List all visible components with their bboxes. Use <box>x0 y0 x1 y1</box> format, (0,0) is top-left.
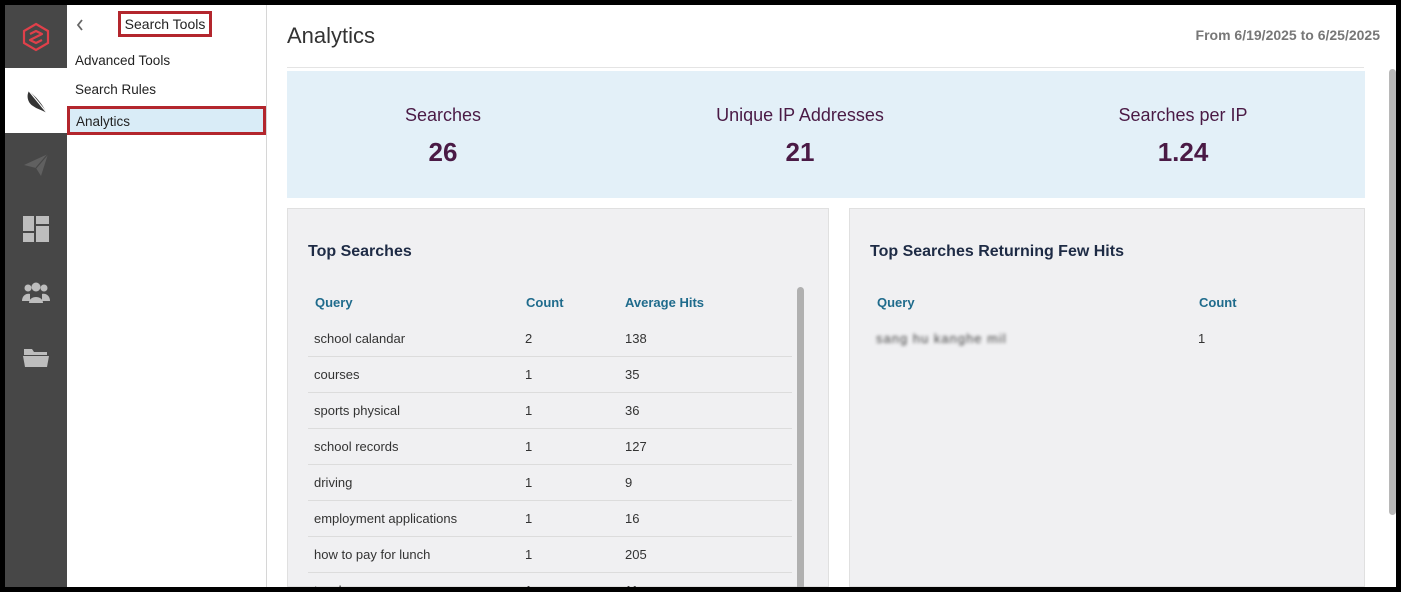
cell-query: courses <box>314 367 360 382</box>
column-header-count[interactable]: Count <box>1199 295 1237 310</box>
cell-average-hits: 16 <box>625 511 640 526</box>
table-row: sports physical 1 36 <box>308 393 792 429</box>
divider <box>287 67 1364 68</box>
stat-label: Searches <box>404 105 482 125</box>
logo-icon <box>22 22 50 52</box>
date-range[interactable]: From 6/19/2025 to 6/25/2025 <box>1196 27 1380 43</box>
page-scrollbar[interactable] <box>1389 69 1396 515</box>
main-content: Analytics From 6/19/2025 to 6/25/2025 Se… <box>267 5 1396 587</box>
subnav-link-search-rules[interactable]: Search Rules <box>75 82 156 97</box>
cell-query-redacted: sang hu kanghe mil <box>876 331 1007 346</box>
folder-icon <box>23 349 49 367</box>
table-row: how to pay for lunch 1 205 <box>308 537 792 573</box>
stat-unique-ips: Unique IP Addresses 21 <box>649 71 951 198</box>
table-row: sang hu kanghe mil 1 <box>870 321 1340 357</box>
cell-average-hits: 205 <box>625 547 647 562</box>
cell-count: 2 <box>525 331 533 346</box>
rail-item-users[interactable] <box>5 261 67 325</box>
paper-plane-icon <box>24 153 49 176</box>
cell-average-hits: 138 <box>625 331 647 346</box>
subnav-title: Search Tools <box>118 11 212 37</box>
cell-count: 1 <box>525 583 532 587</box>
subnav-link-analytics[interactable]: Analytics <box>67 106 266 135</box>
subnav-link-label: Analytics <box>76 114 131 129</box>
cell-average-hits: 36 <box>625 403 640 418</box>
rail-item-search[interactable] <box>5 68 67 133</box>
table-row: courses 1 35 <box>308 357 792 393</box>
stat-value: 1.24 <box>1157 137 1209 167</box>
table-row: employment applications 1 16 <box>308 501 792 537</box>
table-row: teacher 1 11 <box>308 573 792 587</box>
stat-label: Unique IP Addresses <box>716 105 884 125</box>
cell-count: 1 <box>525 439 533 454</box>
cell-count: 1 <box>525 475 533 490</box>
icon-rail <box>5 5 67 587</box>
dashboard-icon <box>23 216 49 242</box>
secondary-nav: Search Tools Advanced Tools Search Rules… <box>67 5 267 587</box>
cell-query: employment applications <box>314 511 458 526</box>
card-title: Top Searches Returning Few Hits <box>870 243 1124 260</box>
subnav-link-advanced-tools[interactable]: Advanced Tools <box>75 53 170 68</box>
feather-icon <box>27 90 48 113</box>
rail-item-publish[interactable] <box>5 133 67 197</box>
cell-average-hits: 35 <box>625 367 640 382</box>
table-row: school records 1 127 <box>308 429 792 465</box>
cell-count: 1 <box>525 367 533 382</box>
cell-average-hits: 9 <box>625 475 633 490</box>
cell-average-hits: 11 <box>625 583 639 587</box>
top-searches-card: Top Searches Query Count Average Hits sc… <box>287 208 829 587</box>
few-hits-card: Top Searches Returning Few Hits Query Co… <box>849 208 1365 587</box>
column-header-count[interactable]: Count <box>526 295 564 310</box>
table-row: school calandar 2 138 <box>308 321 792 357</box>
cell-count: 1 <box>525 511 533 526</box>
app-window: Search Tools Advanced Tools Search Rules… <box>5 5 1396 587</box>
users-icon <box>22 282 50 303</box>
cell-query: driving <box>314 475 353 490</box>
stat-searches-per-ip: Searches per IP 1.24 <box>1033 71 1333 198</box>
cell-count: 1 <box>525 547 533 562</box>
cell-query: sports physical <box>314 403 400 418</box>
stat-value: 21 <box>785 137 815 167</box>
cell-query: teacher <box>314 583 357 587</box>
cell-query: school calandar <box>314 331 406 346</box>
rail-item-dashboard[interactable] <box>5 197 67 261</box>
cell-query: how to pay for lunch <box>314 547 431 562</box>
card-title: Top Searches <box>308 243 412 260</box>
subnav-header: Search Tools <box>67 5 267 45</box>
column-header-query[interactable]: Query <box>877 295 915 310</box>
stat-value: 26 <box>428 137 458 167</box>
cell-count: 1 <box>525 403 533 418</box>
stat-searches: Searches 26 <box>287 71 599 198</box>
chevron-left-icon[interactable] <box>75 18 85 32</box>
cell-query: school records <box>314 439 399 454</box>
column-header-average-hits[interactable]: Average Hits <box>625 295 704 310</box>
column-header-query[interactable]: Query <box>315 295 353 310</box>
rail-item-files[interactable] <box>5 325 67 389</box>
page-title: Analytics <box>287 23 376 48</box>
cell-average-hits: 127 <box>625 439 647 454</box>
table-scrollbar[interactable] <box>797 287 804 587</box>
cell-count: 1 <box>1198 331 1206 346</box>
stats-panel: Searches 26 Unique IP Addresses 21 Searc… <box>287 71 1365 198</box>
logo-button[interactable] <box>5 5 67 69</box>
stat-label: Searches per IP <box>1118 105 1248 125</box>
table-row: driving 1 9 <box>308 465 792 501</box>
